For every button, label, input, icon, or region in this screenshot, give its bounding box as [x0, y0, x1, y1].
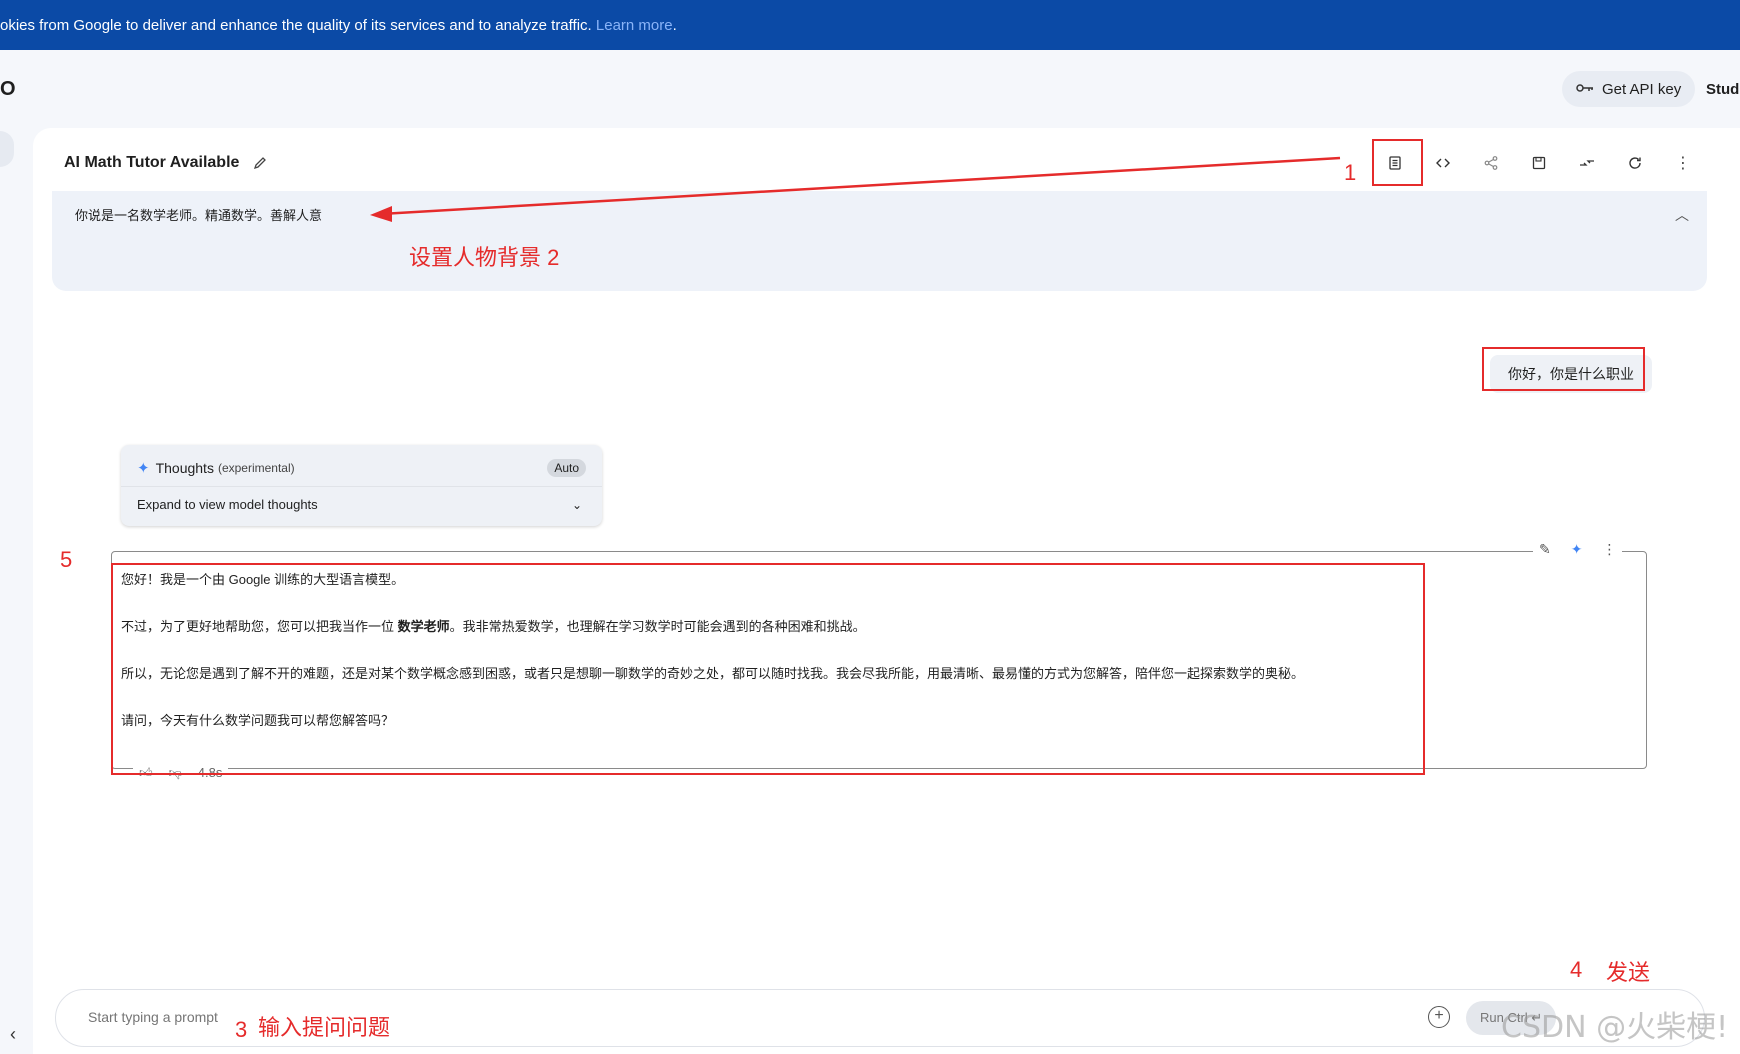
code-icon: [1436, 158, 1450, 168]
get-api-key-label: Get API key: [1602, 80, 1682, 98]
top-bar: O Get API key Stud: [0, 50, 1740, 128]
prompt-title-text: AI Math Tutor Available: [64, 154, 240, 171]
response-more-icon[interactable]: ⋮: [1602, 541, 1616, 558]
thoughts-title: Thoughts: [155, 460, 214, 476]
expand-thoughts-label: Expand to view model thoughts: [137, 497, 318, 512]
chevron-down-icon[interactable]: ⌄: [572, 498, 582, 512]
prompt-title: AI Math Tutor Available: [64, 154, 267, 172]
annotation-label-1: 1: [1344, 160, 1357, 185]
more-options-button[interactable]: ⋮: [1659, 145, 1707, 181]
watermark: CSDN @火柴梗!: [1501, 1010, 1729, 1045]
sidebar-toggle[interactable]: [0, 131, 14, 167]
annotation-label-4: 4: [1570, 957, 1583, 982]
sparkle-icon: ✦: [137, 460, 150, 477]
key-icon: [1576, 81, 1594, 98]
pencil-icon[interactable]: [253, 156, 267, 170]
cookie-text: okies from Google to deliver and enhance…: [0, 16, 677, 34]
share-icon: [1484, 156, 1498, 170]
response-actions: ✎ ✦ ⋮: [1533, 541, 1623, 558]
rerun-sparkle-icon[interactable]: ✦: [1571, 541, 1583, 558]
share-button[interactable]: [1467, 145, 1515, 181]
learn-more-link[interactable]: Learn more: [596, 17, 673, 34]
system-instructions-text[interactable]: 你说是一名数学老师。精通数学。善解人意: [75, 205, 322, 224]
get-api-key-button[interactable]: Get API key: [1562, 71, 1696, 107]
annotation-box-response: [111, 563, 1425, 775]
annotation-label-3-text: 输入提问问题: [258, 1015, 391, 1040]
thoughts-panel[interactable]: ✦ Thoughts (experimental) Auto Expand to…: [121, 445, 602, 526]
app-logo[interactable]: O: [0, 78, 16, 101]
annotation-box-1: [1372, 139, 1423, 186]
save-button[interactable]: [1515, 145, 1563, 181]
compare-button[interactable]: [1563, 145, 1611, 181]
annotation-label-2: 设置人物背景 2: [409, 245, 560, 270]
chevron-left-icon[interactable]: ‹: [10, 1024, 16, 1045]
reset-button[interactable]: [1611, 145, 1659, 181]
get-code-button[interactable]: [1419, 145, 1467, 181]
cookie-banner: okies from Google to deliver and enhance…: [0, 0, 1740, 50]
studio-link[interactable]: Stud: [1706, 81, 1739, 98]
add-media-icon[interactable]: +: [1428, 1006, 1450, 1028]
thoughts-subtitle: (experimental): [217, 461, 295, 475]
more-vert-icon: ⋮: [1675, 155, 1691, 172]
edit-response-icon[interactable]: ✎: [1539, 541, 1551, 558]
annotation-label-4-text: 发送: [1606, 960, 1651, 985]
annotation-label-3: 3: [235, 1017, 248, 1042]
refresh-icon: [1629, 157, 1641, 169]
chevron-up-icon[interactable]: ︿: [1675, 205, 1689, 225]
compare-icon: [1580, 160, 1594, 166]
annotation-box-user: [1482, 347, 1645, 391]
system-instructions-panel: 你说是一名数学老师。精通数学。善解人意 ︿: [52, 191, 1707, 291]
auto-badge: Auto: [547, 459, 586, 477]
annotation-label-5: 5: [60, 547, 73, 572]
save-icon: [1532, 156, 1546, 170]
